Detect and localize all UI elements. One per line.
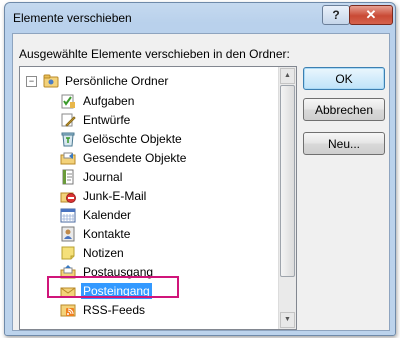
- ok-button[interactable]: OK: [303, 67, 385, 90]
- tree-item-label: Journal: [83, 169, 123, 184]
- tree-item-label: Entwürfe: [83, 112, 131, 127]
- contacts-icon: [61, 226, 75, 241]
- drafts-icon: [61, 113, 76, 127]
- deleted-items-icon: [61, 132, 75, 146]
- title-bar: Elemente verschieben ? ✕: [5, 3, 395, 32]
- close-button[interactable]: ✕: [349, 5, 393, 25]
- calendar-icon: [60, 208, 76, 222]
- tree-item-aufgaben[interactable]: Aufgaben: [60, 91, 136, 110]
- tree-item-label: RSS-Feeds: [83, 302, 146, 317]
- ok-button-label: OK: [335, 71, 353, 86]
- dialog-body: Ausgewählte Elemente verschieben in den …: [12, 33, 390, 331]
- tree-item-label: Kalender: [83, 207, 132, 222]
- sent-items-icon: [60, 152, 76, 164]
- journal-icon: [62, 169, 74, 184]
- tree-item-entwuerfe[interactable]: Entwürfe: [60, 110, 132, 129]
- scroll-down-arrow-icon[interactable]: ▼: [280, 312, 295, 328]
- help-label: ?: [332, 8, 340, 22]
- tasks-icon: [61, 94, 75, 108]
- dialog-title: Elemente verschieben: [13, 11, 132, 25]
- move-items-dialog: Elemente verschieben ? ✕ Ausgewählte Ele…: [4, 2, 396, 336]
- tree-item-notizen[interactable]: Notizen: [60, 243, 126, 262]
- help-button[interactable]: ?: [322, 5, 350, 25]
- folder-prompt: Ausgewählte Elemente verschieben in den …: [19, 47, 290, 61]
- notes-icon: [61, 246, 75, 259]
- tree-item-label: Junk-E-Mail: [83, 188, 147, 203]
- tree-item-label: Kontakte: [83, 226, 131, 241]
- tree-item-geloeschte-objekte[interactable]: Gelöschte Objekte: [60, 129, 184, 148]
- collapse-icon[interactable]: −: [26, 75, 37, 87]
- rss-icon: [60, 304, 76, 316]
- new-folder-button[interactable]: Neu...: [303, 132, 385, 155]
- tree-scrollbar[interactable]: ▲ ▼: [278, 67, 296, 329]
- selection-highlight-annotation: [47, 276, 179, 298]
- tree-root-label: Persönliche Ordner: [65, 74, 169, 88]
- tree-root-personal-folders[interactable]: − Persönliche Ordner: [26, 72, 170, 90]
- tree-item-junk-e-mail[interactable]: Junk-E-Mail: [60, 186, 148, 205]
- scroll-up-arrow-icon[interactable]: ▲: [280, 68, 295, 84]
- personal-folders-icon: [43, 74, 59, 88]
- tree-item-journal[interactable]: Journal: [60, 167, 124, 186]
- tree-item-label: Gelöschte Objekte: [83, 131, 182, 146]
- tree-item-rss-feeds[interactable]: RSS-Feeds: [60, 300, 147, 319]
- tree-item-kalender[interactable]: Kalender: [60, 205, 133, 224]
- cancel-button[interactable]: Abbrechen: [303, 98, 385, 121]
- close-icon: ✕: [365, 7, 377, 22]
- tree-item-gesendete-objekte[interactable]: Gesendete Objekte: [60, 148, 188, 167]
- scroll-thumb[interactable]: [280, 85, 295, 277]
- tree-item-label: Notizen: [83, 245, 124, 260]
- new-folder-button-label: Neu...: [327, 136, 360, 151]
- tree-item-label: Gesendete Objekte: [83, 150, 187, 165]
- cancel-button-label: Abbrechen: [314, 102, 374, 117]
- junk-mail-icon: [60, 192, 76, 203]
- tree-item-label: Aufgaben: [83, 93, 135, 108]
- tree-item-kontakte[interactable]: Kontakte: [60, 224, 132, 243]
